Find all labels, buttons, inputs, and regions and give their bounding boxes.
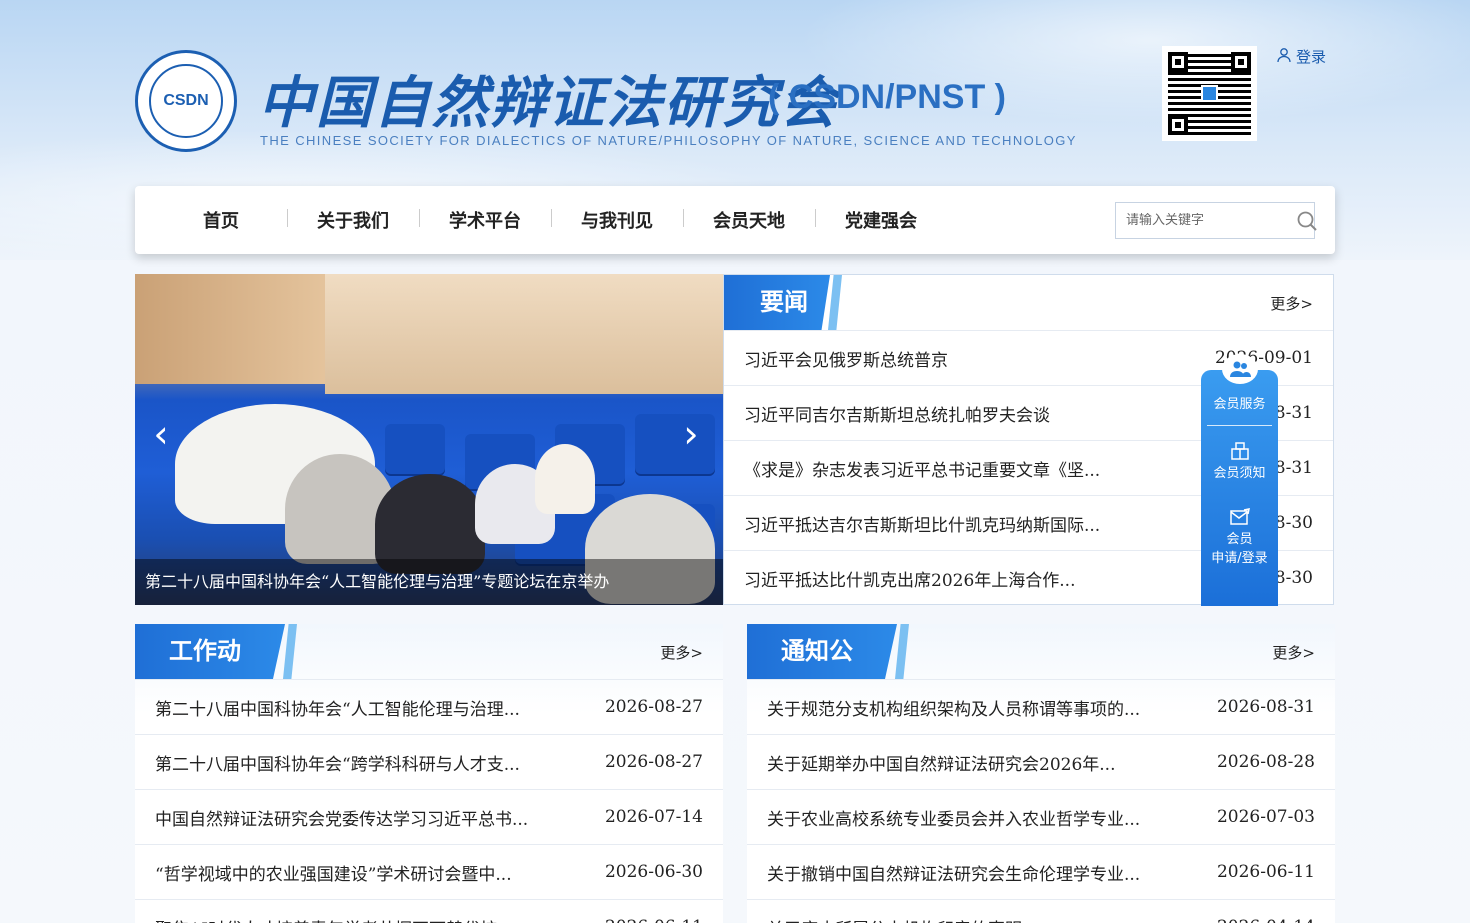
nav-item-members[interactable]: 会员天地 <box>683 207 815 233</box>
search-icon[interactable] <box>1296 206 1318 236</box>
list-item[interactable]: 第二十八届中国科协年会“跨学科科研与人才支... 2026-08-27 <box>135 734 723 789</box>
list-item[interactable]: 中国自然辩证法研究会党委传达学习习近平总书... 2026-07-14 <box>135 789 723 844</box>
site-abbreviation: ( CSDN/PNST ) <box>768 78 1006 116</box>
carousel-next-button[interactable]: › <box>671 412 711 456</box>
nav-item-academic[interactable]: 学术平台 <box>419 207 551 233</box>
member-apply-link[interactable]: 会员 申请/登录 <box>1201 508 1278 566</box>
user-icon <box>1276 47 1292 67</box>
more-link[interactable]: 更多> <box>660 642 703 663</box>
news-carousel[interactable]: ‹ › 第二十八届中国科协年会“人工智能伦理与治理”专题论坛在京举办 <box>135 274 723 605</box>
society-seal-logo[interactable]: CSDN <box>135 50 237 152</box>
seal-abbreviation: CSDN <box>149 64 223 138</box>
member-service-widget: 会员服务 会员须知 会员 申请/登录 <box>1201 354 1278 606</box>
list-item[interactable]: 第二十八届中国科协年会“人工智能伦理与治理... 2026-08-27 <box>135 679 723 734</box>
login-label: 登录 <box>1296 49 1327 66</box>
list-item[interactable]: “哲学视域中的农业强国建设”学术研讨会暨中... 2026-06-30 <box>135 844 723 899</box>
news-panel-notices: 通知公告 更多> 关于规范分支机构组织架构及人员称谓等事项的... 2026-08… <box>747 624 1335 923</box>
nav-item-party[interactable]: 党建强会 <box>815 207 947 233</box>
list-item[interactable]: 关于延期举办中国自然辩证法研究会2026年... 2026-08-28 <box>747 734 1335 789</box>
main-nav: 首页 关于我们 学术平台 与我刊见 会员天地 党建强会 <box>135 186 1335 254</box>
member-service-title: 会员服务 <box>1213 397 1266 412</box>
qr-code <box>1162 46 1257 141</box>
search-input[interactable] <box>1116 213 1296 228</box>
more-link[interactable]: 更多> <box>1270 293 1313 314</box>
list-item[interactable]: 关于撤销中国自然辩证法研究会生命伦理学专业... 2026-06-11 <box>747 844 1335 899</box>
nav-item-about[interactable]: 关于我们 <box>287 207 419 233</box>
section-title: 通知公告 <box>747 624 897 679</box>
site-english-name: THE CHINESE SOCIETY FOR DIALECTICS OF NA… <box>260 133 1077 148</box>
members-icon <box>1222 354 1258 384</box>
nav-item-journal[interactable]: 与我刊见 <box>551 207 683 233</box>
list-item[interactable]: 关于废止所属分支机构印章的声明2026-04-14 <box>747 899 1335 923</box>
section-title: 工作动态 <box>135 624 285 679</box>
mail-edit-icon <box>1201 508 1278 526</box>
nav-item-home[interactable]: 首页 <box>155 207 287 233</box>
carousel-prev-button[interactable]: ‹ <box>141 412 181 456</box>
more-link[interactable]: 更多> <box>1272 642 1315 663</box>
carousel-caption[interactable]: 第二十八届中国科协年会“人工智能伦理与治理”专题论坛在京举办 <box>135 559 723 605</box>
login-link[interactable]: 登录 <box>1276 46 1326 67</box>
news-panel-work: 工作动态 更多> 第二十八届中国科协年会“人工智能伦理与治理... 2026-08… <box>135 624 723 923</box>
list-item[interactable]: 聚焦AI时代人才培养青年学者共探不可替代核...2026-06-11 <box>135 899 723 923</box>
carousel-photo <box>135 274 345 384</box>
member-notice-link[interactable]: 会员须知 <box>1201 442 1278 481</box>
list-item[interactable]: 关于规范分支机构组织架构及人员称谓等事项的... 2026-08-31 <box>747 679 1335 734</box>
site-title: 中国自然辩证法研究会 <box>258 70 838 136</box>
gift-icon <box>1201 442 1278 460</box>
search-box <box>1115 202 1318 239</box>
list-item[interactable]: 关于农业高校系统专业委员会并入农业哲学专业... 2026-07-03 <box>747 789 1335 844</box>
section-title: 要闻 <box>724 275 830 330</box>
